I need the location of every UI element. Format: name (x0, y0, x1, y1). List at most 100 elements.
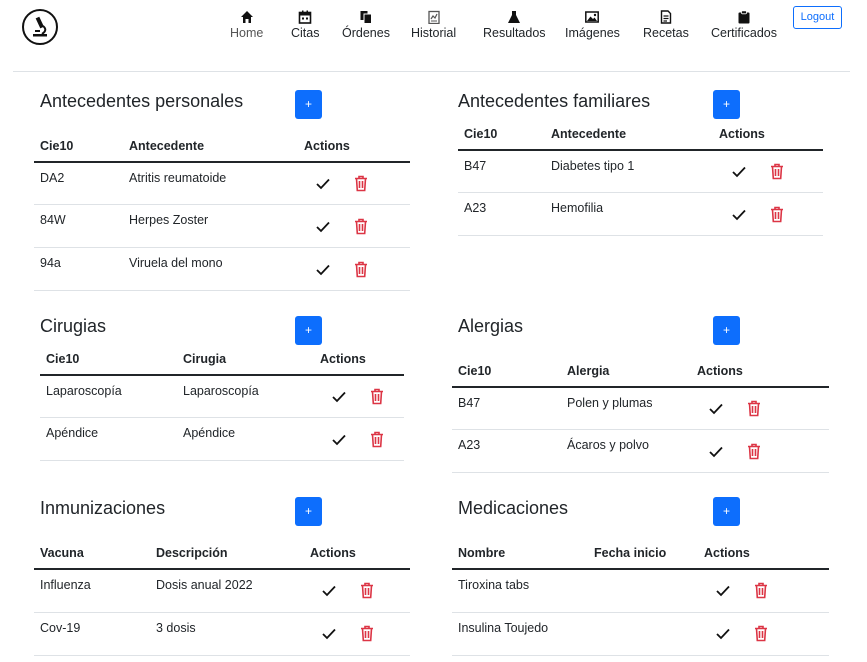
nav-historial-label: Historial (411, 26, 457, 40)
calendar-icon (298, 10, 312, 24)
table-cell: B47 (458, 396, 481, 410)
files-icon (360, 11, 372, 24)
column-header: Cie10 (40, 139, 74, 153)
nav-imagenes[interactable]: Imágenes (565, 10, 620, 40)
table-header-line (34, 568, 410, 570)
history-icon (427, 10, 440, 24)
check-icon[interactable] (716, 628, 730, 640)
table-row-divider (40, 417, 404, 418)
nav-ordenes-label: Órdenes (342, 26, 390, 40)
trash-icon[interactable] (353, 175, 369, 192)
table-cell: A23 (464, 201, 487, 215)
trash-icon[interactable] (746, 443, 762, 460)
nav-certificados[interactable]: Certificados (711, 10, 777, 40)
column-header: Vacuna (40, 546, 84, 560)
check-icon[interactable] (322, 585, 336, 597)
nav-ordenes[interactable]: Órdenes (342, 10, 390, 40)
trash-icon[interactable] (769, 206, 785, 223)
trash-icon[interactable] (753, 582, 769, 599)
add-antecedente-personal-button[interactable]: + (295, 90, 322, 119)
table-cell: Laparoscopía (183, 384, 259, 398)
table-row-divider (458, 192, 823, 193)
check-icon[interactable] (322, 628, 336, 640)
trash-icon[interactable] (359, 625, 375, 642)
trash-icon[interactable] (769, 163, 785, 180)
table-cell: Dosis anual 2022 (156, 578, 253, 592)
nav-resultados-label: Resultados (483, 26, 546, 40)
table-cell: Laparoscopía (46, 384, 122, 398)
check-icon[interactable] (709, 446, 723, 458)
table-cell: Polen y plumas (567, 396, 653, 410)
trash-icon[interactable] (369, 431, 385, 448)
table-row-divider (34, 290, 410, 291)
clipboard-icon (738, 10, 750, 24)
nav-historial[interactable]: Historial (411, 10, 456, 40)
check-icon[interactable] (316, 221, 330, 233)
nav-recetas[interactable]: Recetas (643, 10, 689, 40)
table-cell: Atritis reumatoide (129, 171, 227, 185)
nav-recetas-label: Recetas (643, 26, 689, 40)
column-header: Descripción (156, 546, 228, 560)
nav-home[interactable]: Home (230, 10, 263, 40)
nav-imagenes-label: Imágenes (565, 26, 620, 40)
check-icon[interactable] (732, 209, 746, 221)
check-icon[interactable] (316, 264, 330, 276)
trash-icon[interactable] (746, 400, 762, 417)
table-row-divider (458, 235, 823, 236)
microscope-logo-icon[interactable] (22, 9, 58, 45)
check-icon[interactable] (732, 166, 746, 178)
check-icon[interactable] (716, 585, 730, 597)
add-medicacion-button[interactable]: + (713, 497, 740, 526)
column-header: Antecedente (129, 139, 205, 153)
add-cirugia-button[interactable]: + (295, 316, 322, 345)
column-header: Cie10 (46, 352, 80, 366)
check-icon[interactable] (332, 434, 346, 446)
add-alergia-button[interactable]: + (713, 316, 740, 345)
table-row-divider (34, 655, 410, 656)
table-header-line (34, 161, 410, 163)
column-header: Alergia (567, 364, 610, 378)
column-header: Cirugia (183, 352, 227, 366)
add-inmunizacion-button[interactable]: + (295, 497, 322, 526)
table-cell: Ácaros y polvo (567, 438, 649, 452)
table-row-divider (452, 429, 829, 430)
column-header: Actions (719, 127, 765, 141)
column-header: Actions (310, 546, 356, 560)
trash-icon[interactable] (353, 218, 369, 235)
table-header-line (458, 149, 823, 151)
section-title-antecedentes-personales: Antecedentes personales (40, 91, 244, 111)
table-row-divider (452, 612, 829, 613)
check-icon[interactable] (709, 403, 723, 415)
trash-icon[interactable] (369, 388, 385, 405)
nav-citas-label: Citas (291, 26, 320, 40)
nav-home-label: Home (230, 26, 264, 40)
add-antecedente-familiar-button[interactable]: + (713, 90, 740, 119)
trash-icon[interactable] (753, 625, 769, 642)
nav-certificados-label: Certificados (711, 26, 777, 40)
column-header: Fecha inicio (594, 546, 667, 560)
table-cell: Hemofilia (551, 201, 604, 215)
section-title-antecedentes-familiares: Antecedentes familiares (458, 91, 651, 111)
table-row-divider (34, 247, 410, 248)
section-title-inmunizaciones: Inmunizaciones (40, 498, 166, 518)
column-header: Actions (304, 139, 350, 153)
table-cell: B47 (464, 159, 487, 173)
trash-icon[interactable] (359, 582, 375, 599)
column-header: Nombre (458, 546, 506, 560)
check-icon[interactable] (316, 178, 330, 190)
flask-icon (508, 11, 521, 23)
table-cell: Viruela del mono (129, 256, 223, 270)
check-icon[interactable] (332, 391, 346, 403)
logout-button[interactable]: Logout (793, 6, 842, 29)
trash-icon[interactable] (353, 261, 369, 278)
table-row-divider (452, 472, 829, 473)
section-title-alergias: Alergias (458, 316, 524, 336)
table-row-divider (34, 204, 410, 205)
nav-citas[interactable]: Citas (291, 10, 319, 40)
nav-resultados[interactable]: Resultados (483, 10, 546, 40)
table-row-divider (452, 655, 829, 656)
section-title-medicaciones: Medicaciones (458, 498, 569, 518)
table-cell: 84W (40, 213, 66, 227)
table-cell: 94a (40, 256, 61, 270)
table-header-line (40, 374, 404, 376)
